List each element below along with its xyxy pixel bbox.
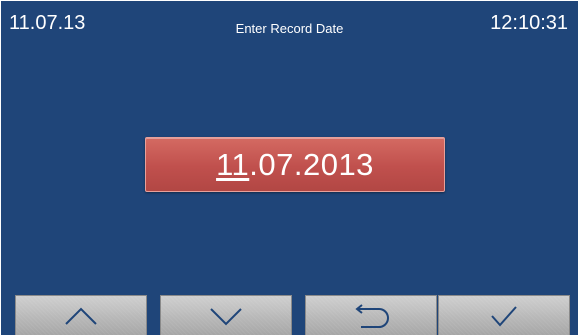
checkmark-icon [491, 305, 517, 327]
date-rest-field: .07.2013 [249, 146, 374, 182]
chevron-down-icon [210, 307, 242, 325]
chevron-up-icon [65, 307, 97, 325]
header-time: 12:10:31 [490, 12, 568, 34]
screen: 11.07.13 Enter Record Date 12:10:31 11.0… [1, 1, 578, 335]
down-button[interactable] [160, 295, 292, 335]
back-button[interactable] [305, 295, 437, 335]
date-day-field[interactable]: 11 [216, 147, 249, 183]
up-button[interactable] [15, 295, 147, 335]
date-value-button[interactable]: 11.07.2013 [145, 137, 445, 192]
confirm-button[interactable] [438, 295, 570, 335]
return-arrow-icon [355, 303, 389, 328]
